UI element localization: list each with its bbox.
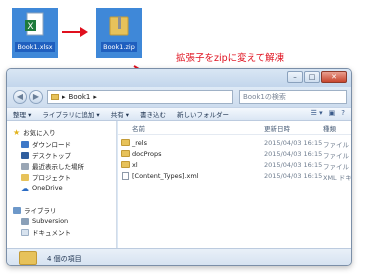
nav-label: OneDrive: [32, 184, 63, 192]
nav-label: お気に入り: [23, 129, 56, 137]
address-bar[interactable]: ▸ Book1 ▸: [47, 90, 233, 104]
folder-icon: [121, 150, 130, 157]
excel-file-icon: X: [25, 12, 44, 36]
back-button[interactable]: ◀: [13, 90, 27, 104]
file-type: ファイル フ: [323, 141, 351, 149]
nav-label: ダウンロード: [32, 141, 71, 149]
document-icon: [21, 228, 29, 236]
column-header-name[interactable]: 名前: [132, 123, 145, 133]
cloud-icon: ☁: [21, 183, 29, 193]
folder-icon: [121, 139, 130, 146]
nav-documents[interactable]: ドキュメント: [21, 227, 131, 237]
file-date: 2015/04/03 16:15: [264, 172, 323, 180]
file-date: 2015/04/03 16:15: [264, 161, 323, 169]
file-type: ファイル フ: [323, 163, 351, 171]
item-count: 4 個の項目: [47, 255, 82, 263]
file-date: 2015/04/03 16:15: [264, 150, 323, 158]
nav-label: ライブラリ: [24, 207, 57, 215]
file-list: 名前 更新日時 種類 _rels 2015/04/03 16:15 ファイル フ…: [118, 121, 351, 248]
folder-icon: [21, 173, 29, 181]
maximize-button[interactable]: □: [304, 71, 320, 83]
nav-onedrive[interactable]: ☁ OneDrive: [21, 183, 131, 193]
file-name: [Content_Types].xml: [132, 172, 199, 180]
window-controls: – □ ✕: [287, 71, 347, 83]
book1-xlsx-desktop-icon[interactable]: X Book1.xlsx: [12, 8, 58, 58]
nav-project[interactable]: プロジェクト: [21, 172, 131, 182]
desktop-icon: [21, 151, 29, 159]
right-arrow-icon: [62, 27, 88, 37]
file-row[interactable]: xl 2015/04/03 16:15 ファイル フ: [118, 160, 351, 171]
address-row: ◀ ▶ ▸ Book1 ▸ Book1の検索: [7, 87, 351, 107]
preview-pane-icon[interactable]: ▣: [329, 109, 336, 117]
star-icon: ★: [13, 127, 21, 137]
download-icon: [21, 140, 29, 148]
nav-favorites[interactable]: ★ お気に入り: [13, 127, 123, 138]
add-to-library-menu[interactable]: ライブラリに追加 ▾: [42, 109, 99, 119]
status-bar: 4 個の項目: [7, 248, 351, 265]
explorer-window: – □ ✕ ◀ ▶ ▸ Book1 ▸ Book1の検索 整理 ▾ ライブラリに…: [6, 68, 352, 266]
nav-label: Subversion: [32, 217, 69, 225]
burn-button[interactable]: 書き込む: [140, 109, 166, 119]
search-input[interactable]: Book1の検索: [239, 90, 347, 104]
forward-button[interactable]: ▶: [29, 90, 43, 104]
nav-label: デスクトップ: [32, 152, 71, 160]
toolbar-right-icons: ☰ ▾ ▣ ?: [311, 109, 345, 117]
file-row[interactable]: [Content_Types].xml 2015/04/03 16:15 XML…: [118, 171, 352, 182]
search-placeholder: Book1の検索: [243, 93, 286, 101]
desktop-icon-label: Book1.xlsx: [15, 42, 55, 52]
close-button[interactable]: ✕: [321, 71, 347, 83]
navigation-pane: ★ お気に入り ダウンロード デスクトップ 最近表示した場所 プロジェクト ☁ …: [7, 121, 117, 248]
file-type: ファイル フ: [323, 152, 351, 160]
book1-zip-desktop-icon[interactable]: Book1.zip: [96, 8, 142, 58]
title-bar: – □ ✕: [7, 69, 351, 87]
svn-icon: [21, 217, 29, 225]
recent-icon: [21, 162, 29, 170]
nav-desktop[interactable]: デスクトップ: [21, 150, 131, 160]
organize-menu[interactable]: 整理 ▾: [13, 109, 31, 119]
file-name: docProps: [132, 150, 162, 158]
share-menu[interactable]: 共有 ▾: [111, 109, 129, 119]
zip-folder-icon: [109, 16, 129, 36]
folder-icon: [19, 251, 37, 265]
command-bar: 整理 ▾ ライブラリに追加 ▾ 共有 ▾ 書き込む 新しいフォルダー ☰ ▾ ▣…: [7, 107, 351, 121]
nav-label: プロジェクト: [32, 174, 71, 182]
file-type: XML ドキュ: [323, 174, 352, 182]
new-folder-button[interactable]: 新しいフォルダー: [177, 109, 229, 119]
nav-subversion[interactable]: Subversion: [21, 216, 131, 226]
library-icon: [13, 206, 21, 214]
file-name: xl: [132, 161, 138, 169]
xml-file-icon: [122, 172, 129, 180]
address-arrow: ▸: [93, 93, 97, 101]
nav-label: ドキュメント: [32, 229, 71, 237]
file-name: _rels: [132, 139, 147, 147]
address-arrow: ▸: [62, 93, 66, 101]
file-date: 2015/04/03 16:15: [264, 139, 323, 147]
column-header-date[interactable]: 更新日時: [264, 123, 290, 133]
nav-recent-places[interactable]: 最近表示した場所: [21, 161, 131, 171]
minimize-button[interactable]: –: [287, 71, 303, 83]
folder-icon: [121, 161, 130, 168]
header-divider: [118, 134, 351, 135]
folder-icon: [51, 94, 59, 100]
desktop-icon-label: Book1.zip: [101, 42, 137, 52]
file-row[interactable]: _rels 2015/04/03 16:15 ファイル フ: [118, 138, 351, 149]
file-row[interactable]: docProps 2015/04/03 16:15 ファイル フ: [118, 149, 351, 160]
help-icon[interactable]: ?: [341, 109, 345, 117]
column-header-type[interactable]: 種類: [323, 123, 336, 133]
address-path[interactable]: Book1: [69, 93, 91, 101]
nav-libraries[interactable]: ライブラリ: [13, 205, 123, 215]
svg-text:X: X: [27, 22, 33, 32]
nav-downloads[interactable]: ダウンロード: [21, 139, 131, 149]
instruction-callout: 拡張子をzipに変えて解凍: [176, 53, 285, 64]
view-options-icon[interactable]: ☰ ▾: [311, 109, 323, 117]
nav-label: 最近表示した場所: [32, 163, 84, 171]
